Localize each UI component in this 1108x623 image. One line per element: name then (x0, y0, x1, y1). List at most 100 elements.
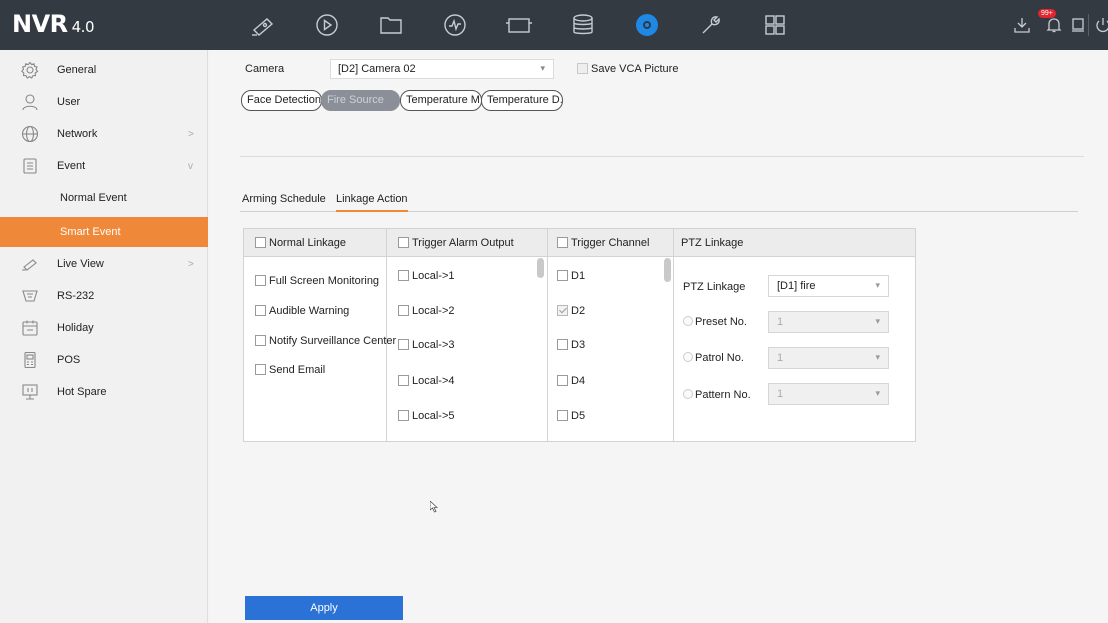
preset-radio[interactable]: Preset No. (683, 316, 747, 328)
patrol-value: 1 (777, 352, 784, 364)
chevron-right-icon: > (188, 128, 194, 140)
checkbox-label: Audible Warning (269, 305, 350, 317)
patrol-radio[interactable]: Patrol No. (683, 352, 744, 364)
checkbox-icon (255, 335, 266, 346)
sidebar: General User Network > Event v Normal Ev… (0, 50, 208, 623)
checkbox-label: Local->3 (412, 339, 455, 351)
sidebar-item-label: Smart Event (60, 226, 121, 238)
logo-text: NVR (12, 10, 68, 38)
vca-icon[interactable] (439, 9, 471, 41)
header-label: Trigger Alarm Output (412, 237, 514, 249)
checkbox-icon (398, 375, 409, 386)
sidebar-item-general[interactable]: General (0, 55, 208, 85)
pattern-radio[interactable]: Pattern No. (683, 389, 751, 401)
pattern-select[interactable]: 1 ▾ (768, 383, 889, 405)
tab-arming-schedule[interactable]: Arming Schedule (242, 193, 326, 205)
alarm-output-checkbox[interactable]: Local->3 (398, 339, 455, 351)
notification-badge: 99+ (1038, 9, 1056, 18)
radio-icon (683, 316, 693, 326)
live-view-icon[interactable] (247, 9, 279, 41)
alarm-output-checkbox[interactable]: Local->1 (398, 270, 455, 282)
checkbox-label: Full Screen Monitoring (269, 275, 380, 287)
alarm-output-scrollbar[interactable] (537, 258, 544, 278)
notify-surveillance-center-checkbox[interactable]: Notify Surveillance Center (255, 335, 396, 347)
sidebar-item-hot-spare[interactable]: Hot Spare (0, 377, 208, 407)
alarm-output-checkbox[interactable]: Local->2 (398, 305, 455, 317)
save-vca-checkbox[interactable]: Save VCA Picture (577, 63, 678, 75)
tab-face-detection[interactable]: Face Detection (241, 90, 322, 111)
power-icon[interactable] (1093, 15, 1108, 35)
sidebar-item-normal-event[interactable]: Normal Event (0, 183, 208, 213)
checkbox-icon (398, 410, 409, 421)
checkbox-icon (557, 270, 568, 281)
send-email-checkbox[interactable]: Send Email (255, 364, 325, 376)
storage-icon[interactable] (567, 9, 599, 41)
checkbox-icon (398, 339, 409, 350)
sidebar-item-label: RS-232 (57, 290, 95, 302)
normal-linkage-header[interactable]: Normal Linkage (255, 237, 346, 249)
screen-icon[interactable] (1068, 15, 1088, 35)
globe-icon (21, 125, 39, 143)
channel-checkbox[interactable]: D5 (557, 410, 585, 422)
checkbox-icon (255, 364, 266, 375)
sidebar-item-event[interactable]: Event v (0, 151, 208, 181)
audible-warning-checkbox[interactable]: Audible Warning (255, 305, 349, 317)
checkbox-icon (557, 410, 568, 421)
full-screen-monitoring-checkbox[interactable]: Full Screen Monitoring (255, 275, 379, 287)
chevron-down-icon: ▾ (875, 388, 880, 398)
alarm-output-checkbox[interactable]: Local->5 (398, 410, 455, 422)
checkbox-icon (255, 305, 266, 316)
file-icon[interactable] (375, 9, 407, 41)
sidebar-item-network[interactable]: Network > (0, 119, 208, 149)
config-icon[interactable] (631, 9, 663, 41)
checkbox-label: D5 (571, 410, 586, 422)
channel-checkbox[interactable]: D4 (557, 375, 585, 387)
ptz-linkage-select[interactable]: [D1] fire ▾ (768, 275, 889, 297)
checkbox-checked-icon (557, 305, 568, 316)
camera-icon[interactable] (503, 9, 535, 41)
layout-icon[interactable] (759, 9, 791, 41)
camera-select[interactable]: [D2] Camera 02 ▾ (330, 59, 554, 79)
apply-button[interactable]: Apply (245, 596, 403, 620)
column-divider (673, 229, 674, 441)
trigger-channel-header[interactable]: Trigger Channel (557, 237, 649, 249)
camera-label: Camera (245, 63, 285, 75)
sidebar-item-pos[interactable]: POS (0, 345, 208, 375)
tab-temperature-m[interactable]: Temperature M... (400, 90, 482, 111)
channel-checkbox[interactable]: D3 (557, 339, 585, 351)
trigger-alarm-output-header[interactable]: Trigger Alarm Output (398, 237, 514, 249)
alarm-bell-icon[interactable] (1044, 15, 1064, 35)
checkbox-icon (557, 375, 568, 386)
sidebar-item-rs232[interactable]: RS-232 (0, 281, 208, 311)
maintenance-icon[interactable] (695, 9, 727, 41)
chevron-right-icon: > (188, 258, 194, 270)
main-panel: Camera [D2] Camera 02 ▾ Save VCA Picture… (209, 50, 1108, 623)
checkbox-icon (398, 237, 409, 248)
channel-checkbox[interactable]: D1 (557, 270, 585, 282)
tab-linkage-action[interactable]: Linkage Action (336, 193, 408, 205)
sidebar-item-holiday[interactable]: Holiday (0, 313, 208, 343)
topbar-divider (1088, 14, 1089, 36)
sidebar-item-smart-event[interactable]: Smart Event (0, 217, 208, 247)
tab-temperature-d[interactable]: Temperature D... (481, 90, 563, 111)
patrol-select[interactable]: 1 ▾ (768, 347, 889, 369)
channel-scrollbar[interactable] (664, 258, 671, 282)
checkbox-icon (557, 339, 568, 350)
gear-icon (21, 61, 39, 79)
sidebar-item-user[interactable]: User (0, 87, 208, 117)
sidebar-item-label: Normal Event (60, 192, 127, 204)
playback-icon[interactable] (311, 9, 343, 41)
checkbox-icon (398, 270, 409, 281)
linkage-table: Normal Linkage Trigger Alarm Output Trig… (243, 228, 916, 442)
tab-fire-source[interactable]: Fire Source (321, 90, 400, 111)
alarm-output-checkbox[interactable]: Local->4 (398, 375, 455, 387)
radio-label: Preset No. (695, 316, 747, 328)
mouse-cursor-icon (430, 501, 438, 513)
checkbox-icon (255, 275, 266, 286)
checkbox-icon (577, 63, 588, 74)
channel-checkbox[interactable]: D2 (557, 305, 585, 317)
download-icon[interactable] (1012, 15, 1032, 35)
checkbox-icon (398, 305, 409, 316)
sidebar-item-live-view[interactable]: Live View > (0, 249, 208, 279)
preset-select[interactable]: 1 ▾ (768, 311, 889, 333)
